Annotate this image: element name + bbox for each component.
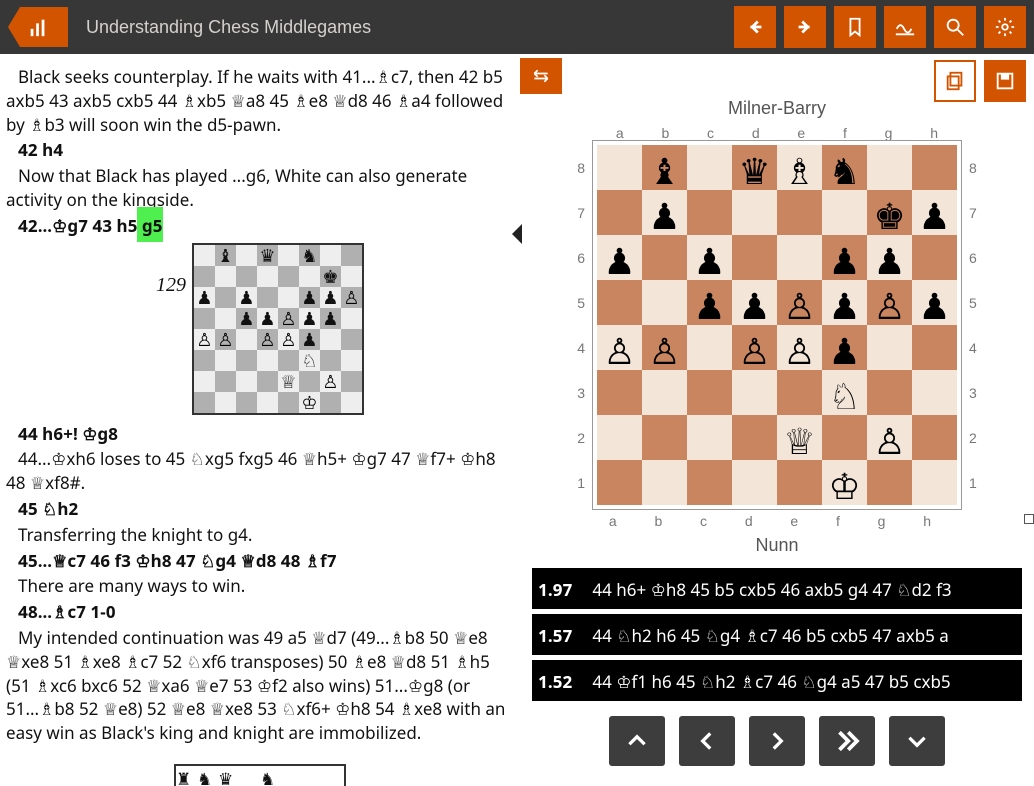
bookmark-button[interactable] bbox=[834, 6, 876, 48]
side-to-move-indicator bbox=[1024, 514, 1034, 524]
last-move-button[interactable] bbox=[889, 716, 945, 766]
move-line: 42...♔g7 43 h5 g5 bbox=[6, 213, 514, 237]
chevron-up-icon bbox=[624, 728, 650, 754]
engine-line[interactable]: 1.52 44 ♔f1 h6 45 ♘h2 ♗c7 46 ♘g4 a5 47 b… bbox=[532, 660, 1022, 701]
partial-diagram: ♜♞♛♞ bbox=[174, 764, 346, 786]
fast-forward-button[interactable] bbox=[819, 716, 875, 766]
player-name: Nunn bbox=[520, 535, 1034, 556]
search-button[interactable] bbox=[934, 6, 976, 48]
paragraph: Now that Black has played ...g6, White c… bbox=[6, 163, 514, 211]
bars-icon bbox=[27, 16, 49, 38]
chevron-right-icon bbox=[764, 728, 790, 754]
diagram-number: 129 bbox=[156, 271, 186, 299]
paragraph: My intended continuation was 49 a5 ♕d7 (… bbox=[6, 625, 514, 744]
engine-line[interactable]: 1.97 44 h6+ ♔h8 45 b5 cxb5 46 axb5 g4 47… bbox=[532, 568, 1022, 609]
move-text: 42...♔g7 43 h5 bbox=[18, 207, 137, 242]
next-move-button[interactable] bbox=[749, 716, 805, 766]
save-icon bbox=[994, 70, 1016, 92]
chevron-left-icon bbox=[694, 728, 720, 754]
file-labels-bottom: abcdefgh bbox=[590, 513, 950, 529]
chevrons-right-icon bbox=[832, 726, 862, 756]
inline-diagram: ♝♛♞♚♟♟♟♟♙♟♟♙♟♟♙♙♙♙♟♘♕♙♔ bbox=[192, 243, 364, 415]
prev-move-button[interactable] bbox=[679, 716, 735, 766]
engine-toggle-button[interactable] bbox=[884, 6, 926, 48]
highlighted-move: g5 bbox=[137, 207, 162, 242]
swap-icon bbox=[529, 66, 553, 86]
engine-line[interactable]: 1.57 44 ♘h2 h6 45 ♘g4 ♗c7 46 b5 cxb5 47 … bbox=[532, 614, 1022, 655]
arrow-left-icon bbox=[744, 16, 766, 38]
paragraph: Black seeks counterplay. If he waits wit… bbox=[6, 64, 514, 135]
save-button[interactable] bbox=[984, 60, 1026, 102]
text-pane[interactable]: Black seeks counterplay. If he waits wit… bbox=[0, 54, 520, 786]
arrow-right-icon bbox=[794, 16, 816, 38]
search-icon bbox=[944, 16, 966, 38]
paragraph: 44...♔xh6 loses to 45 ♘xg5 fxg5 46 ♕h5+ … bbox=[6, 446, 514, 494]
rank-labels-right: 87654321 bbox=[969, 145, 977, 505]
copy-button[interactable] bbox=[934, 60, 976, 102]
engine-lines[interactable]: 1.97 44 h6+ ♔h8 45 b5 cxb5 46 axb5 g4 47… bbox=[532, 568, 1022, 706]
rank-labels-left: 87654321 bbox=[577, 145, 585, 505]
app-title: Understanding Chess Middlegames bbox=[86, 17, 726, 38]
analysis-pane: Milner-Barry abcdefgh 87654321 ♝♛♗♞♟♚♟♟♟… bbox=[520, 54, 1034, 786]
swap-panes-button[interactable] bbox=[520, 58, 562, 94]
first-move-button[interactable] bbox=[609, 716, 665, 766]
nav-forward-button[interactable] bbox=[784, 6, 826, 48]
wave-icon bbox=[894, 16, 916, 38]
home-button[interactable] bbox=[8, 7, 68, 47]
nav-back-button[interactable] bbox=[734, 6, 776, 48]
chevron-down-icon bbox=[904, 728, 930, 754]
gear-icon bbox=[994, 16, 1016, 38]
copy-icon bbox=[944, 70, 966, 92]
bookmark-icon bbox=[844, 16, 866, 38]
main-board[interactable]: ♝♛♗♞♟♚♟♟♟♟♟♟♟♙♟♙♟♙♙♙♙♟♘♕♙♔ bbox=[593, 141, 961, 509]
settings-button[interactable] bbox=[984, 6, 1026, 48]
